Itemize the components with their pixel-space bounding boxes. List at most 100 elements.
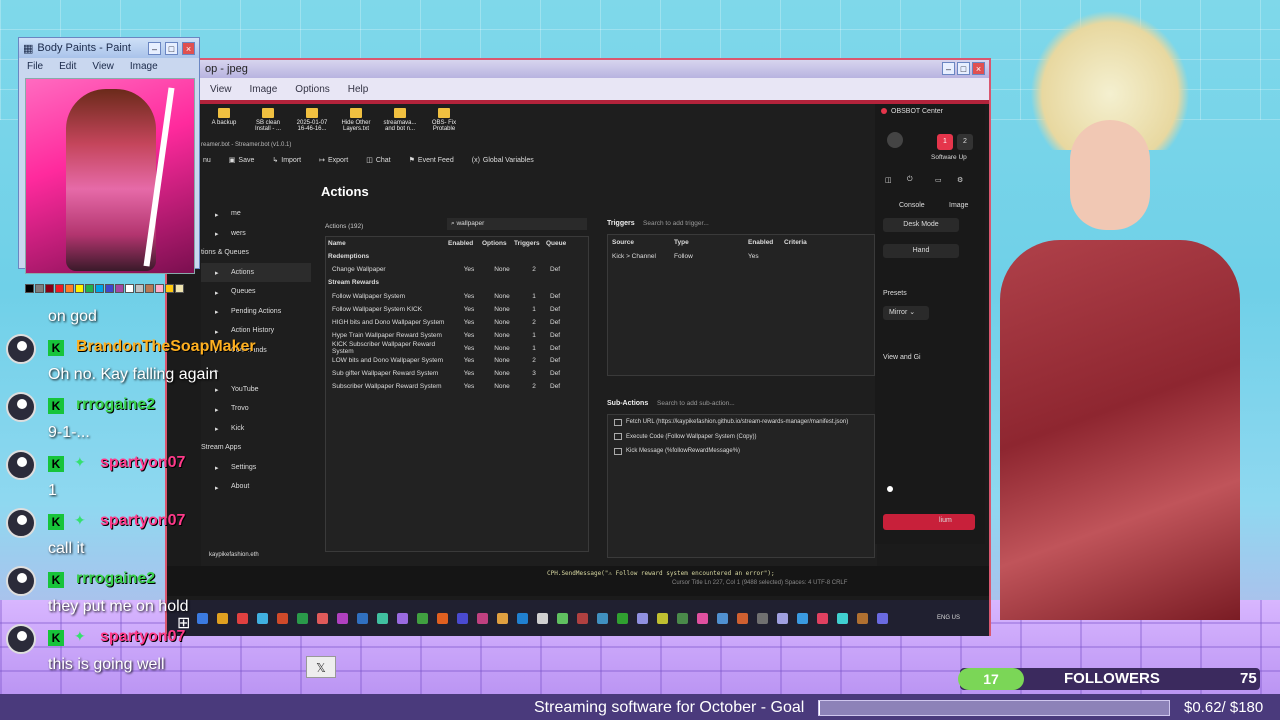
taskbar-app-icon[interactable] <box>797 612 808 624</box>
desk-mode-button[interactable]: Desk Mode <box>883 218 959 232</box>
taskbar-app-icon[interactable] <box>537 612 548 624</box>
taskbar-app-icon[interactable] <box>217 612 228 624</box>
language-indicator[interactable]: ENG US <box>937 615 960 621</box>
table-row[interactable]: HIGH bits and Dono Wallpaper System Yes No… <box>326 316 588 329</box>
taskbar-app-icon[interactable] <box>397 612 408 624</box>
palette-swatch[interactable] <box>75 284 84 293</box>
palette-swatch[interactable] <box>135 284 144 293</box>
palette-swatch[interactable] <box>125 284 134 293</box>
table-row[interactable]: LOW bits and Dono Wallpaper System Yes Non… <box>326 354 588 367</box>
taskbar-app-icon[interactable] <box>377 612 388 624</box>
slider-handle[interactable] <box>887 486 893 492</box>
hand-button[interactable]: Hand <box>883 244 959 258</box>
taskbar-app-icon[interactable] <box>777 612 788 624</box>
minimize-icon[interactable]: – <box>148 41 161 55</box>
sub-actions-search-input[interactable]: Search to add sub-action... <box>657 400 735 407</box>
group-header[interactable]: Stream Rewards <box>326 276 588 290</box>
toolbar-export[interactable]: ↦ Export <box>319 156 348 165</box>
taskbar-app-icon[interactable] <box>477 612 488 624</box>
sidebar-item[interactable]: ▸ Kick <box>201 419 311 439</box>
taskbar-app-icon[interactable] <box>277 612 288 624</box>
taskbar-app-icon[interactable] <box>617 612 628 624</box>
menu-help[interactable]: Help <box>348 84 369 95</box>
palette-swatch[interactable] <box>165 284 174 293</box>
taskbar-app-icon[interactable] <box>457 612 468 624</box>
taskbar-app-icon[interactable] <box>437 612 448 624</box>
column-header[interactable]: Options <box>482 240 514 247</box>
taskbar-app-icon[interactable] <box>597 612 608 624</box>
sidebar-item[interactable]: ▸ Actions <box>201 262 311 282</box>
taskbar-app-icon[interactable] <box>837 612 848 624</box>
taskbar-app-icon[interactable] <box>877 612 888 624</box>
palette-swatch[interactable] <box>25 284 34 293</box>
toolbar-import[interactable]: ↳ Import <box>272 156 301 165</box>
menu-view[interactable]: View <box>210 84 232 95</box>
screen-icon[interactable]: ▭ <box>935 176 942 184</box>
palette-swatch[interactable] <box>65 284 74 293</box>
taskbar-app-icon[interactable] <box>577 612 588 624</box>
sub-action-item[interactable]: Execute Code (Follow Wallpaper System (C… <box>608 430 874 445</box>
table-row[interactable]: KICK Subscriber Wallpaper Reward System Y… <box>326 341 588 355</box>
desktop-shortcut[interactable]: streamava... and bot n... <box>383 108 417 140</box>
desktop-shortcut[interactable]: SB clean Install - ... <box>251 108 285 140</box>
table-row[interactable]: Change Wallpaper Yes None 2 Def <box>326 263 588 276</box>
close-icon[interactable]: × <box>182 41 195 55</box>
group-header[interactable]: Redemptions <box>326 249 588 263</box>
sub-action-item[interactable]: Kick Message (%followRewardMessage%) <box>608 444 874 459</box>
taskbar-app-icon[interactable] <box>357 612 368 624</box>
maximize-icon[interactable]: □ <box>165 41 178 55</box>
toolbar-menu[interactable]: nu <box>203 156 211 164</box>
actions-search-input[interactable]: ⌕ wallpaper <box>447 218 587 230</box>
taskbar-app-icon[interactable] <box>757 612 768 624</box>
menu-image[interactable]: Image <box>250 84 278 95</box>
paint-menu-edit[interactable]: Edit <box>59 61 76 72</box>
sidebar-item[interactable]: ▸ Pending Actions <box>201 302 311 322</box>
sidebar-item[interactable]: ▸ Settings <box>201 458 311 478</box>
taskbar-app-icon[interactable] <box>197 612 208 624</box>
chat-username[interactable]: rrrogaine2 <box>76 570 155 588</box>
desktop-shortcut[interactable]: A backup <box>207 108 241 140</box>
table-row[interactable]: Follow Wallpaper System KICK Yes None 1 Def <box>326 303 588 316</box>
desktop-shortcut[interactable]: OBS- Fix Protable <box>427 108 461 140</box>
toolbar-event-feed[interactable]: ⚑ Event Feed <box>409 156 454 165</box>
sidebar-item[interactable]: ▸ me <box>201 204 311 224</box>
taskbar-app-icon[interactable] <box>677 612 688 624</box>
sidebar-item[interactable]: Stream Apps <box>201 438 311 458</box>
palette-swatch[interactable] <box>105 284 114 293</box>
sidebar-item[interactable]: ▸ Queues <box>201 282 311 302</box>
taskbar-app-icon[interactable] <box>817 612 828 624</box>
minimize-icon[interactable]: – <box>942 62 955 75</box>
taskbar-app-icon[interactable] <box>417 612 428 624</box>
mirror-select[interactable]: Mirror ⌄ <box>883 306 929 320</box>
taskbar-app-icon[interactable] <box>697 612 708 624</box>
column-header[interactable]: Source <box>612 239 674 246</box>
paint-canvas[interactable] <box>25 78 195 274</box>
taskbar-app-icon[interactable] <box>317 612 328 624</box>
paint-menu-view[interactable]: View <box>92 61 114 72</box>
chat-username[interactable]: rrrogaine2 <box>76 396 155 414</box>
device-tab-1[interactable]: 1 <box>937 134 953 150</box>
taskbar-app-icon[interactable] <box>717 612 728 624</box>
paint-menu-image[interactable]: Image <box>130 61 158 72</box>
taskbar-app-icon[interactable] <box>557 612 568 624</box>
desktop-shortcut[interactable]: Hide Other Layers.txt <box>339 108 373 140</box>
table-row[interactable]: Subscriber Wallpaper Reward System Yes Non… <box>326 380 588 393</box>
paint-menu-file[interactable]: File <box>27 61 43 72</box>
sidebar-item[interactable]: ▸ Trovo <box>201 399 311 419</box>
chat-username[interactable]: spartyon07 <box>100 454 185 472</box>
palette-swatch[interactable] <box>95 284 104 293</box>
tab-console[interactable]: Console <box>899 202 925 209</box>
triggers-search-input[interactable]: Search to add trigger... <box>643 220 709 227</box>
sub-action-item[interactable]: Fetch URL (https://kaypikefashion.github… <box>608 415 874 430</box>
column-header[interactable]: Queue <box>546 240 576 247</box>
palette-swatch[interactable] <box>35 284 44 293</box>
sidebar-item[interactable]: ▸ About <box>201 477 311 497</box>
power-icon[interactable]: ⏻ <box>907 176 913 184</box>
taskbar-app-icon[interactable] <box>857 612 868 624</box>
camera-icon[interactable]: ◫ <box>885 176 892 184</box>
trigger-row[interactable]: Kick > Channel Follow Yes <box>608 249 874 263</box>
table-row[interactable]: Hype Train Wallpaper Reward System Yes Non… <box>326 329 588 342</box>
column-header[interactable]: Name <box>328 240 448 247</box>
taskbar-app-icon[interactable] <box>237 612 248 624</box>
taskbar-app-icon[interactable] <box>297 612 308 624</box>
